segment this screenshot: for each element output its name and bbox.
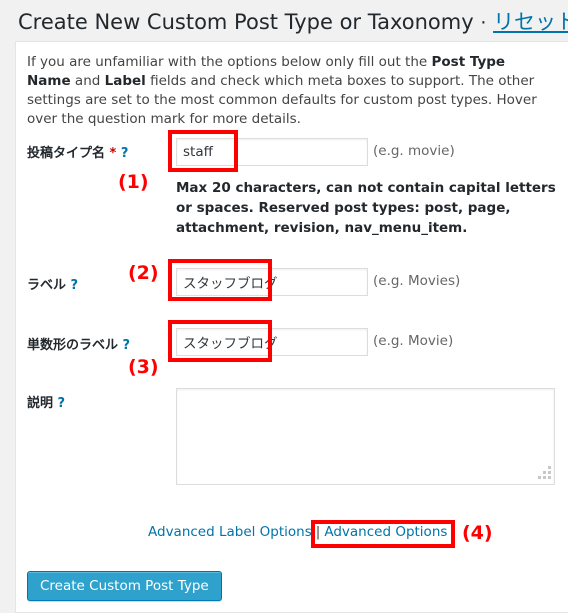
intro-part-1: If you are unfamiliar with the options b… [27, 54, 432, 70]
description-label-text: 説明 [27, 396, 54, 411]
label-field-label: ラベル ? [27, 274, 78, 293]
singular-label-label-text: 単数形のラベル [27, 338, 119, 353]
intro-part-2: and [70, 73, 105, 89]
advanced-label-options-link[interactable]: Advanced Label Options [148, 524, 312, 540]
label-field-label-text: ラベル [27, 278, 67, 293]
label-input[interactable] [176, 268, 368, 296]
required-asterisk: * [109, 146, 117, 161]
description-field-label: 説明 ? [27, 392, 65, 411]
description-textarea[interactable] [176, 388, 555, 485]
reset-link[interactable]: リセット [493, 10, 568, 34]
label-hint: (e.g. Movies) [373, 273, 461, 289]
advanced-options-links: Advanced Label Options | Advanced Options [148, 524, 447, 540]
page-title: Create New Custom Post Type or Taxonomy … [18, 8, 568, 37]
post-type-name-label-text: 投稿タイプ名 [27, 146, 106, 161]
post-type-name-label: 投稿タイプ名 * ? [27, 142, 128, 161]
help-question-icon[interactable]: ? [123, 338, 131, 353]
page-title-text: Create New Custom Post Type or Taxonomy [18, 10, 474, 34]
help-question-icon[interactable]: ? [58, 396, 66, 411]
singular-label-field-label: 単数形のラベル ? [27, 334, 130, 353]
intro-bold-label: Label [104, 73, 146, 89]
title-separator: · [480, 12, 487, 34]
help-question-icon[interactable]: ? [71, 278, 79, 293]
post-type-name-hint: (e.g. movie) [373, 143, 455, 159]
post-type-name-input[interactable] [176, 138, 368, 166]
intro-paragraph: If you are unfamiliar with the options b… [27, 53, 552, 129]
links-divider: | [315, 524, 321, 540]
help-question-icon[interactable]: ? [121, 146, 129, 161]
create-custom-post-type-button[interactable]: Create Custom Post Type [27, 571, 222, 601]
post-type-name-description: Max 20 characters, can not contain capit… [176, 180, 556, 236]
advanced-options-link[interactable]: Advanced Options [324, 524, 447, 540]
singular-label-hint: (e.g. Movie) [373, 333, 454, 349]
singular-label-input[interactable] [176, 328, 368, 356]
